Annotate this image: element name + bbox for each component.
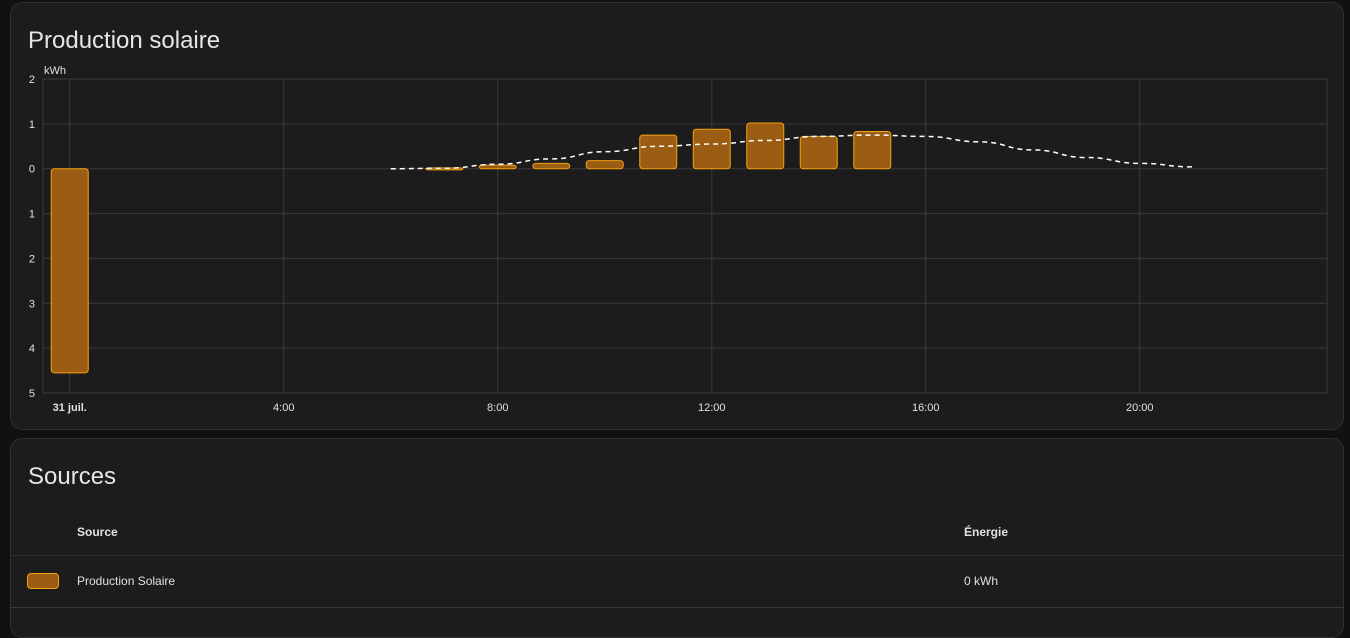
solar-production-card: Production solaire kWh 21012345 31 juil.…: [10, 2, 1344, 430]
column-header-source[interactable]: Source: [77, 525, 118, 539]
bar[interactable]: [746, 122, 785, 170]
y-tick-label: 5: [29, 388, 35, 400]
bar[interactable]: [585, 160, 624, 170]
y-tick-label: 4: [29, 343, 35, 355]
x-axis-ticks: 31 juil. 4:00 8:00 12:00 16:00 20:00: [53, 402, 1154, 414]
y-tick-label: 0: [29, 164, 35, 176]
line-series: [390, 134, 1194, 170]
source-color-swatch: [27, 573, 59, 589]
bar-series: [50, 122, 892, 374]
bar[interactable]: [478, 164, 517, 170]
forecast-line: [390, 134, 1194, 170]
y-tick-label: 2: [29, 74, 35, 86]
sources-title: Sources: [28, 463, 117, 490]
x-tick-label: 20:00: [1126, 402, 1154, 414]
grid-lines: [42, 78, 1328, 394]
solar-chart[interactable]: kWh 2 1 0 1 2 3 4 5 31 juil. 4:00 8:00 12:00 16:00 2…: [11, 3, 1345, 431]
source-name: Production Solaire: [77, 574, 176, 588]
y-tick-label: 2: [29, 253, 35, 265]
column-header-energy[interactable]: Énergie: [964, 525, 1008, 539]
source-energy: 0 kWh: [964, 574, 999, 588]
x-tick-label: 31 juil.: [53, 402, 87, 414]
x-tick-label: 16:00: [912, 402, 940, 414]
bar[interactable]: [639, 134, 678, 170]
bar[interactable]: [692, 128, 731, 170]
bar[interactable]: [50, 168, 89, 374]
x-tick-label: 8:00: [487, 402, 508, 414]
header-divider: [11, 555, 1343, 556]
x-tick-label: 4:00: [273, 402, 294, 414]
bar[interactable]: [853, 130, 892, 170]
x-tick-label: 12:00: [698, 402, 726, 414]
y-axis-ticks: 2 1 0 1 2 3 4 5: [29, 74, 35, 400]
y-axis-unit-label: kWh: [44, 65, 66, 77]
y-tick-label: 1: [29, 209, 35, 221]
row-divider: [11, 607, 1343, 608]
bar[interactable]: [799, 135, 838, 170]
sources-card: Sources Source Énergie Production Solair…: [10, 438, 1344, 638]
y-tick-label: 3: [29, 298, 35, 310]
bar[interactable]: [532, 162, 571, 170]
y-tick-label: 1: [29, 119, 35, 131]
